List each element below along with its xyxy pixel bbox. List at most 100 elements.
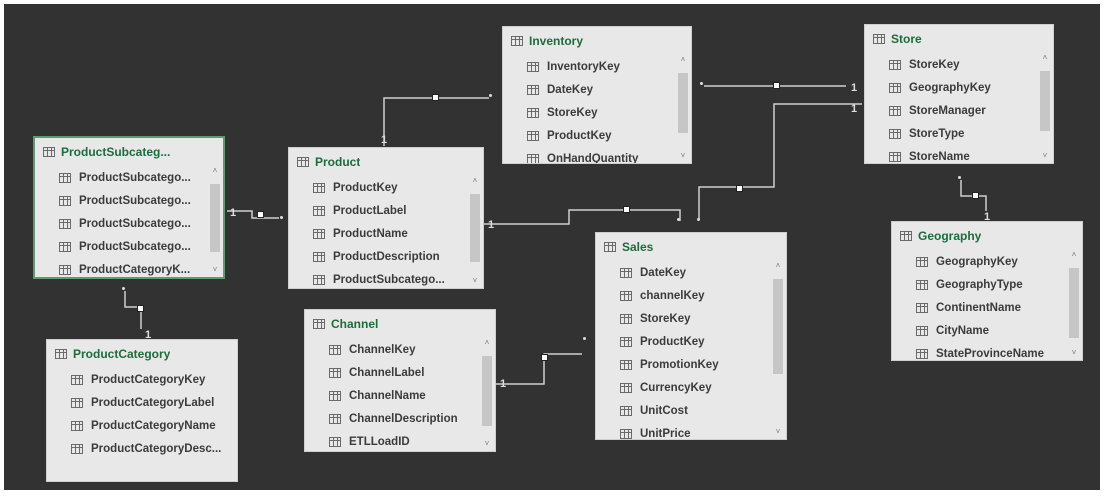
relationship-line[interactable]: [698, 103, 862, 219]
column-item[interactable]: ETLLoadID: [305, 430, 479, 451]
relationship-line[interactable]: [496, 353, 582, 385]
column-item[interactable]: GeographyKey: [865, 76, 1037, 99]
column-item[interactable]: channelKey: [596, 284, 770, 307]
column-item[interactable]: UnitCost: [596, 399, 770, 422]
table-scrollbar[interactable]: ˄ ˅: [772, 261, 784, 437]
column-label: ChannelName: [349, 389, 426, 402]
column-item[interactable]: ProductCategoryDesc...: [47, 437, 221, 460]
diagram-canvas[interactable]: ProductSubcateg... ProductSubcatego... Pro…: [4, 4, 1100, 490]
column-item[interactable]: UnitPrice: [596, 422, 770, 439]
scrollbar-thumb[interactable]: [1040, 71, 1050, 131]
scroll-up-icon[interactable]: ˄: [209, 166, 221, 176]
scroll-up-icon[interactable]: ˄: [481, 338, 493, 348]
scroll-up-icon[interactable]: ˄: [469, 176, 481, 186]
scroll-up-icon[interactable]: ˄: [1039, 53, 1051, 63]
relationship-line[interactable]: [484, 209, 681, 225]
column-item[interactable]: ProductLabel: [289, 199, 467, 222]
table-sales[interactable]: Sales DateKey channelKey StoreKey ProductKey…: [595, 232, 787, 440]
table-header[interactable]: Sales: [596, 233, 786, 261]
column-item[interactable]: DateKey: [503, 78, 675, 101]
column-item[interactable]: StoreKey: [503, 101, 675, 124]
column-item[interactable]: ProductSubcatego...: [35, 189, 207, 212]
table-geography[interactable]: Geography GeographyKey GeographyType Contin…: [891, 221, 1083, 361]
column-item[interactable]: ProductKey: [503, 124, 675, 147]
table-scrollbar[interactable]: ˄ ˅: [1039, 53, 1051, 161]
column-item[interactable]: ProductCategoryK...: [35, 258, 207, 277]
column-icon: [620, 405, 632, 416]
scroll-up-icon[interactable]: ˄: [677, 55, 689, 65]
table-scrollbar[interactable]: ˄ ˅: [209, 166, 221, 275]
table-header[interactable]: Store: [865, 25, 1053, 53]
column-item[interactable]: ProductSubcatego...: [35, 166, 207, 189]
column-icon: [527, 107, 539, 118]
scrollbar-thumb[interactable]: [482, 356, 492, 426]
scrollbar-thumb[interactable]: [470, 194, 480, 262]
column-item[interactable]: StateProvinceName: [892, 342, 1066, 360]
column-item[interactable]: ChannelDescription: [305, 407, 479, 430]
table-header[interactable]: ProductCategory: [47, 340, 237, 368]
scrollbar-thumb[interactable]: [1069, 268, 1079, 338]
relationship-line[interactable]: [383, 97, 489, 146]
column-item[interactable]: ProductCategoryKey: [47, 368, 221, 391]
column-item[interactable]: ProductSubcatego...: [35, 235, 207, 258]
table-productsubcateg[interactable]: ProductSubcateg... ProductSubcatego... Pro…: [33, 136, 225, 279]
table-title: ProductCategory: [73, 347, 171, 361]
column-item[interactable]: ContinentName: [892, 296, 1066, 319]
table-scrollbar[interactable]: ˄ ˅: [677, 55, 689, 161]
scroll-down-icon[interactable]: ˅: [772, 427, 784, 437]
column-item[interactable]: ProductCategoryLabel: [47, 391, 221, 414]
scroll-down-icon[interactable]: ˅: [481, 439, 493, 449]
column-item[interactable]: ProductDescription: [289, 245, 467, 268]
column-item[interactable]: ProductKey: [289, 176, 467, 199]
column-item[interactable]: StoreKey: [865, 53, 1037, 76]
scroll-up-icon[interactable]: ˄: [1068, 250, 1080, 260]
table-title: Store: [891, 32, 922, 46]
column-item[interactable]: DateKey: [596, 261, 770, 284]
column-item[interactable]: CurrencyKey: [596, 376, 770, 399]
column-item[interactable]: ChannelKey: [305, 338, 479, 361]
column-list: DateKey channelKey StoreKey ProductKey Promo…: [596, 261, 770, 439]
table-store[interactable]: Store StoreKey GeographyKey StoreManager Sto…: [864, 24, 1054, 164]
scroll-down-icon[interactable]: ˅: [469, 276, 481, 286]
column-item[interactable]: ProductCategoryName: [47, 414, 221, 437]
table-scrollbar[interactable]: ˄ ˅: [481, 338, 493, 449]
column-item[interactable]: CityName: [892, 319, 1066, 342]
column-item[interactable]: ChannelLabel: [305, 361, 479, 384]
table-header[interactable]: Product: [289, 148, 483, 176]
table-scrollbar[interactable]: ˄ ˅: [469, 176, 481, 286]
column-item[interactable]: ProductSubcatego...: [35, 212, 207, 235]
table-header[interactable]: ProductSubcateg...: [35, 138, 223, 166]
table-header[interactable]: Inventory: [503, 27, 691, 55]
column-item[interactable]: StoreName: [865, 145, 1037, 163]
column-icon: [916, 256, 928, 267]
column-item[interactable]: InventoryKey: [503, 55, 675, 78]
column-item[interactable]: ProductName: [289, 222, 467, 245]
table-channel[interactable]: Channel ChannelKey ChannelLabel ChannelName…: [304, 309, 496, 452]
table-grid-icon: [43, 147, 55, 157]
scroll-down-icon[interactable]: ˅: [1068, 348, 1080, 358]
column-item[interactable]: ProductKey: [596, 330, 770, 353]
column-item[interactable]: OnHandQuantity: [503, 147, 675, 163]
table-scrollbar[interactable]: ˄ ˅: [1068, 250, 1080, 358]
scroll-up-icon[interactable]: ˄: [772, 261, 784, 271]
column-item[interactable]: ChannelName: [305, 384, 479, 407]
column-item[interactable]: GeographyType: [892, 273, 1066, 296]
table-inventory[interactable]: Inventory InventoryKey DateKey StoreKey Prod…: [502, 26, 692, 164]
column-item[interactable]: ProductSubcatego...: [289, 268, 467, 288]
column-label: ProductSubcatego...: [79, 240, 191, 253]
table-product[interactable]: Product ProductKey ProductLabel ProductName…: [288, 147, 484, 289]
scrollbar-thumb[interactable]: [773, 279, 783, 374]
scrollbar-thumb[interactable]: [210, 184, 220, 252]
column-item[interactable]: GeographyKey: [892, 250, 1066, 273]
table-productcategory[interactable]: ProductCategory ProductCategoryKey Product…: [46, 339, 238, 482]
scroll-down-icon[interactable]: ˅: [677, 151, 689, 161]
column-item[interactable]: PromotionKey: [596, 353, 770, 376]
column-item[interactable]: StoreKey: [596, 307, 770, 330]
table-header[interactable]: Channel: [305, 310, 495, 338]
scroll-down-icon[interactable]: ˅: [209, 265, 221, 275]
scroll-down-icon[interactable]: ˅: [1039, 151, 1051, 161]
column-item[interactable]: StoreType: [865, 122, 1037, 145]
column-item[interactable]: StoreManager: [865, 99, 1037, 122]
table-header[interactable]: Geography: [892, 222, 1082, 250]
scrollbar-thumb[interactable]: [678, 73, 688, 133]
